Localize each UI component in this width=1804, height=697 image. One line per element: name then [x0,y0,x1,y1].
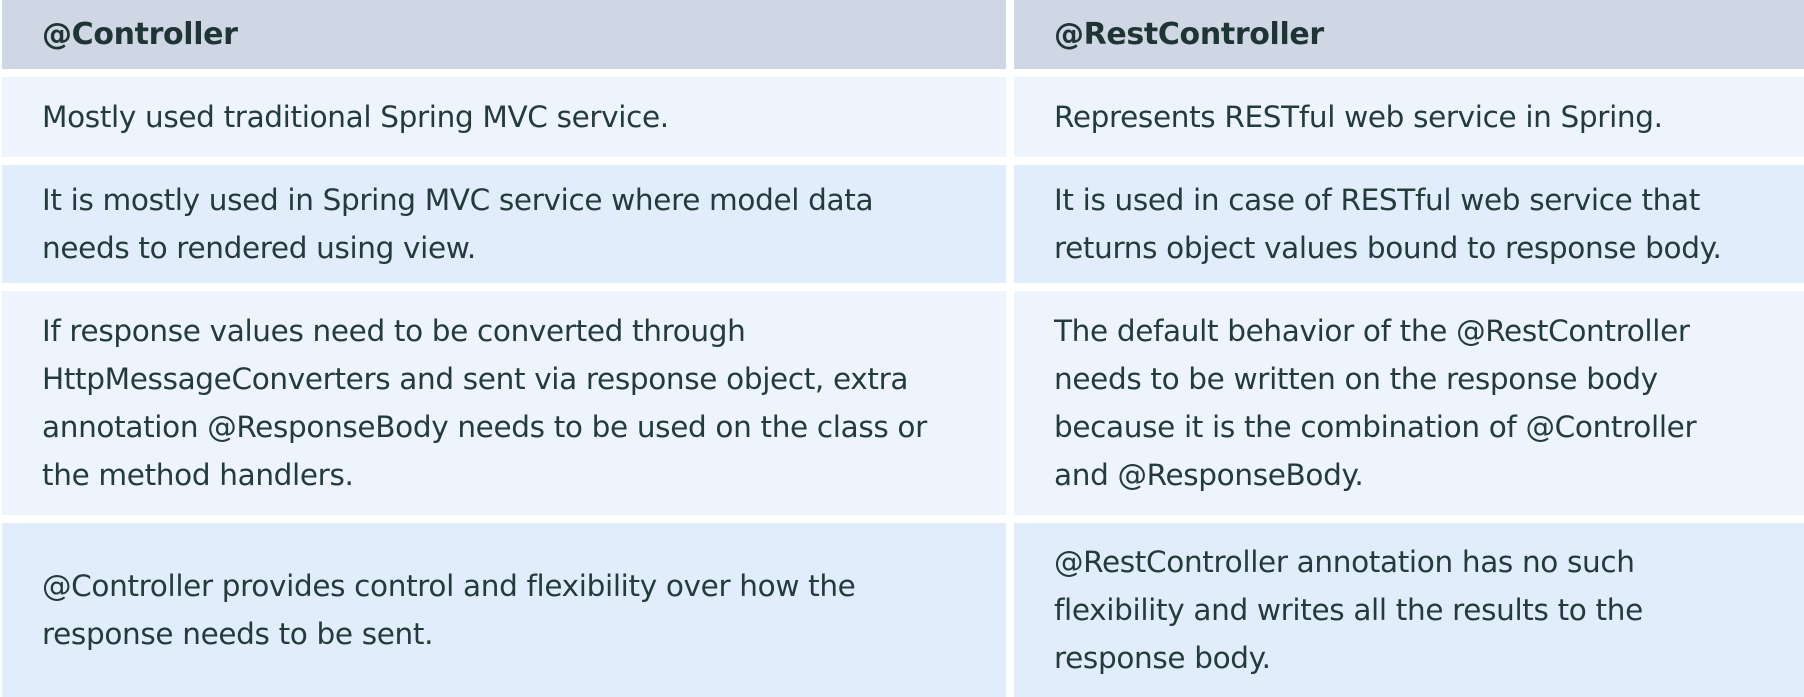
row-4-rest-controller: @RestController annotation has no such f… [1014,523,1804,697]
comparison-table: @Controller @RestController Mostly used … [2,0,1804,697]
row-1-rest-controller: Represents RESTful web service in Spring… [1014,77,1804,157]
row-2-controller: It is mostly used in Spring MVC service … [2,165,1006,283]
row-3-rest-controller: The default behavior of the @RestControl… [1014,291,1804,515]
row-1-controller: Mostly used traditional Spring MVC servi… [2,77,1006,157]
row-3-controller: If response values need to be converted … [2,291,1006,515]
row-4-controller: @Controller provides control and flexibi… [2,523,1006,697]
header-controller: @Controller [2,0,1006,69]
row-2-rest-controller: It is used in case of RESTful web servic… [1014,165,1804,283]
header-rest-controller: @RestController [1014,0,1804,69]
